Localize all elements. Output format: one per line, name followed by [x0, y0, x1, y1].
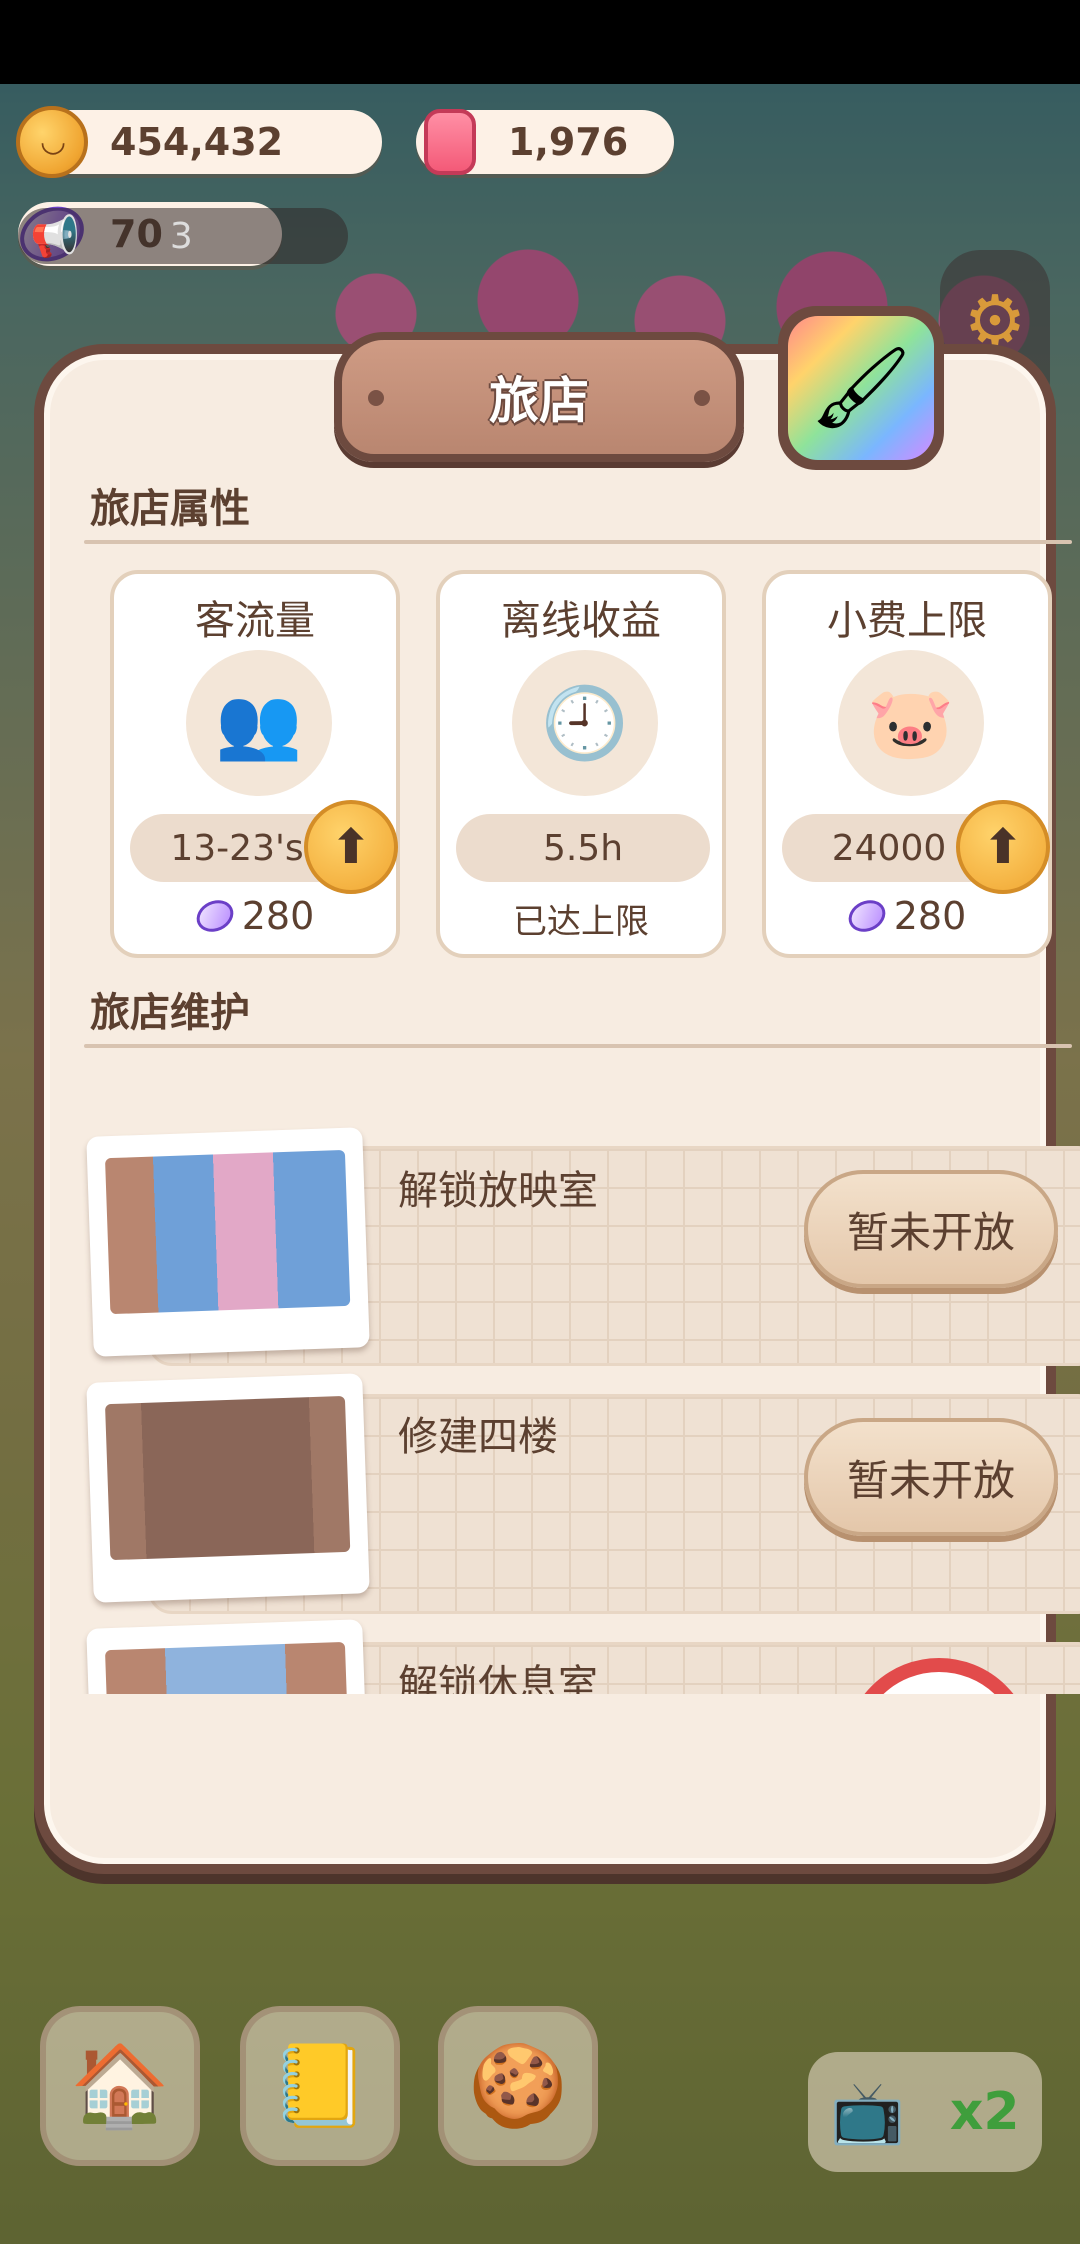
recipe-icon: 🍪: [468, 2039, 568, 2132]
maintenance-title: 旅店维护: [90, 990, 250, 1036]
decorate-brush-button[interactable]: 🖌: [778, 306, 944, 470]
attr-name: 离线收益: [501, 598, 661, 644]
attr-name: 小费上限: [827, 598, 987, 644]
inn-panel: 旅店属性 客流量 👥 13-23's ⬆ 280 离线收益 🕘 5.5h 已达上…: [34, 344, 1080, 1874]
upgrade-tip-limit-button[interactable]: ⬆: [956, 800, 1050, 894]
status-bar: [0, 0, 1080, 84]
clock-cookie-icon: 🕘: [512, 650, 658, 796]
attr-cost: 280: [766, 894, 1048, 938]
upgrade-traffic-button[interactable]: ⬆: [304, 800, 398, 894]
lounge-photo: [86, 1619, 370, 1694]
candle-icon: [410, 102, 490, 182]
attributes-title: 旅店属性: [90, 486, 250, 532]
piggy-bank-icon: 🐷: [838, 650, 984, 796]
gem-icon: [843, 894, 891, 938]
attr-card-tip-limit: 小费上限 🐷 24000 ⬆ 280: [762, 570, 1052, 958]
arrow-up-icon: ⬆: [330, 819, 372, 875]
attr-card-offline: 离线收益 🕘 5.5h 已达上限: [436, 570, 726, 958]
candle-counter[interactable]: 1,976: [416, 109, 674, 175]
tv-icon: 📺: [830, 2077, 906, 2148]
ad-boost-button[interactable]: 📺 x2: [808, 2052, 1042, 2172]
attr-maxed-label: 已达上限: [513, 902, 649, 942]
maintenance-divider: [84, 1044, 1072, 1048]
not-open-button[interactable]: 暂未开放: [804, 1170, 1058, 1288]
attributes-divider: [84, 540, 1072, 544]
megaphone-icon: 📢: [30, 213, 80, 260]
attr-value: 5.5h: [456, 814, 710, 882]
announcement-count: 3: [169, 215, 193, 257]
hotel-button[interactable]: 🏠: [40, 2006, 200, 2166]
brush-icon: 🖌: [810, 341, 912, 434]
not-open-button[interactable]: 暂未开放: [804, 1418, 1058, 1536]
hotel-icon: 🏠: [70, 2039, 170, 2132]
screening-room-photo: [86, 1127, 370, 1357]
boost-multiplier: x2: [949, 2082, 1020, 2142]
maintenance-label: 解锁休息室: [398, 1662, 598, 1694]
maintenance-label: 解锁放映室: [398, 1168, 598, 1214]
panel-title-plate: 旅店: [334, 332, 744, 462]
candle-count: 1,976: [508, 120, 629, 164]
gem-icon: [191, 894, 239, 938]
cookie-count: 454,432: [110, 120, 284, 164]
panel-title: 旅店: [489, 372, 589, 430]
notebook-icon: 📒: [270, 2039, 370, 2132]
attr-cost: 280: [114, 894, 396, 938]
recipe-button[interactable]: 🍪: [438, 2006, 598, 2166]
maintenance-label: 修建四楼: [398, 1414, 558, 1460]
attr-card-traffic: 客流量 👥 13-23's ⬆ 280: [110, 570, 400, 958]
fourth-floor-photo: [86, 1373, 370, 1603]
arrow-up-icon: ⬆: [982, 819, 1024, 875]
panel-scroll-area[interactable]: 旅店属性 客流量 👥 13-23's ⬆ 280 离线收益 🕘 5.5h 已达上…: [68, 458, 1080, 1694]
attr-name: 客流量: [195, 598, 315, 644]
cookie-counter[interactable]: 454,432: [16, 106, 382, 178]
announcement-bar[interactable]: 📢 3: [18, 208, 348, 264]
cookie-icon: [12, 102, 92, 182]
notebook-button[interactable]: 📒: [240, 2006, 400, 2166]
customers-icon: 👥: [186, 650, 332, 796]
